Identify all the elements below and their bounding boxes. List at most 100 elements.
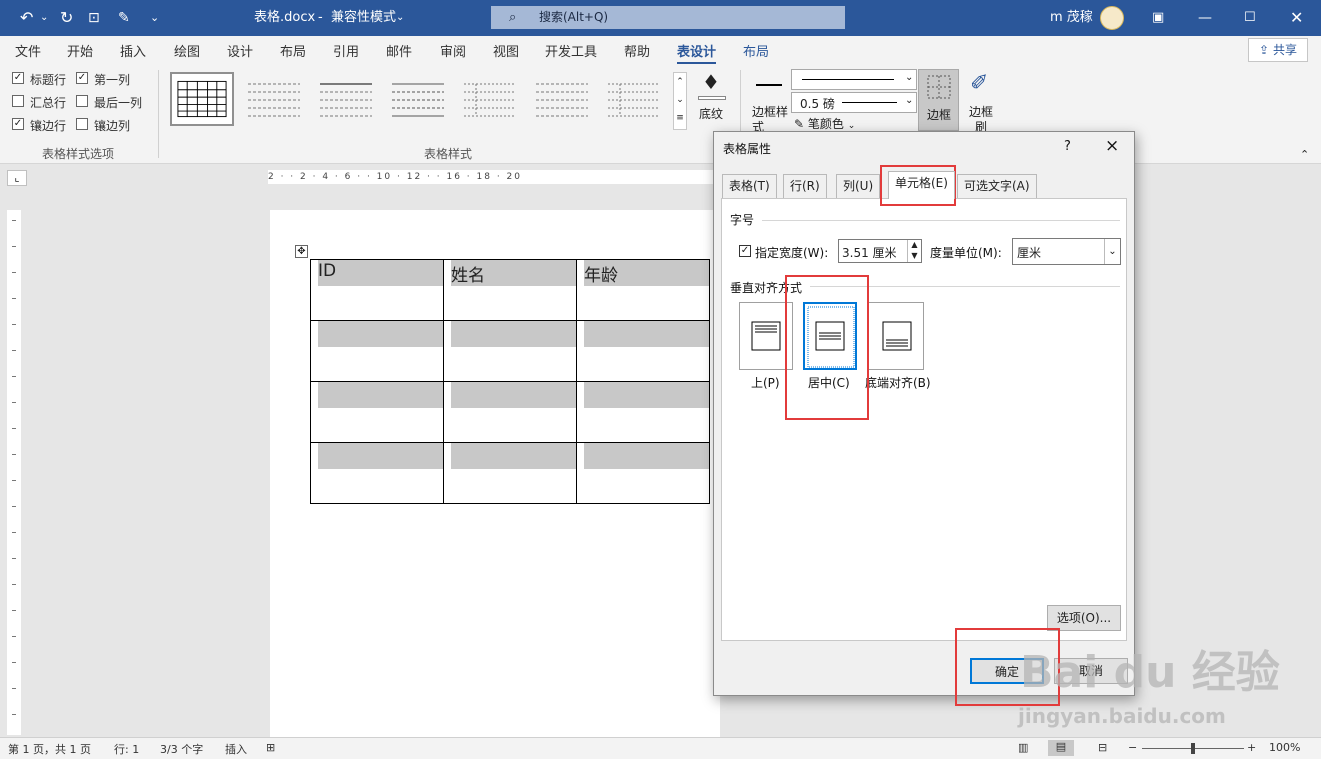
table-style-grid[interactable] <box>170 72 234 126</box>
tab-view[interactable]: 视图 <box>493 41 519 60</box>
table-style-5[interactable] <box>458 72 522 126</box>
chevron-down-icon[interactable]: ⌄ <box>905 95 913 106</box>
page-count[interactable]: 第 1 页，共 1 页 <box>8 741 91 757</box>
avatar[interactable] <box>1100 6 1124 30</box>
spin-down-icon[interactable]: ▼ <box>907 251 921 262</box>
tab-table-design[interactable]: 表设计 <box>677 41 717 65</box>
tab-cell[interactable]: 单元格(E) <box>888 171 955 199</box>
tab-selector-icon[interactable]: ⌞ <box>7 170 27 186</box>
tab-table-layout[interactable]: 布局 <box>743 41 769 60</box>
checkbox-header-row[interactable]: ✓ <box>12 72 24 84</box>
compat-mode-label[interactable]: 兼容性模式 <box>331 0 396 36</box>
borders-button[interactable]: 边框 <box>918 69 959 131</box>
spin-up-icon[interactable]: ▲ <box>907 240 921 251</box>
gallery-more-icon[interactable]: ≡ <box>674 109 686 127</box>
tab-developer[interactable]: 开发工具 <box>545 41 597 60</box>
table-cell[interactable] <box>443 381 577 443</box>
table-cell[interactable] <box>576 320 710 382</box>
web-layout-icon[interactable]: ⊟ <box>1098 741 1107 754</box>
tab-review[interactable]: 审阅 <box>440 41 466 60</box>
table-cell[interactable] <box>443 320 577 382</box>
print-layout-icon[interactable]: ▤ <box>1048 740 1074 756</box>
table-style-4[interactable] <box>386 72 450 126</box>
tab-help[interactable]: 帮助 <box>624 41 650 60</box>
checkbox-total-row[interactable] <box>12 95 24 107</box>
table-cell[interactable]: 姓名 <box>443 259 577 321</box>
undo-icon[interactable]: ↶ <box>20 0 33 36</box>
chevron-down-icon[interactable]: ⌄ <box>396 0 404 36</box>
table-cell[interactable]: ID <box>310 259 444 321</box>
border-styles-button[interactable]: 边框样式 <box>750 70 790 140</box>
styles-gallery-scroll[interactable]: ⌃ ⌄ ≡ <box>673 72 687 130</box>
total-row-label[interactable]: 汇总行 <box>30 94 66 111</box>
line-number[interactable]: 行: 1 <box>114 741 139 757</box>
chevron-down-icon[interactable]: ⌄ <box>905 72 913 83</box>
table-style-7[interactable] <box>602 72 666 126</box>
insert-mode[interactable]: 插入 <box>225 741 247 757</box>
banded-rows-label[interactable]: 镶边行 <box>30 117 66 134</box>
zoom-slider-thumb[interactable] <box>1191 743 1195 754</box>
line-style-select[interactable]: ⌄ <box>791 69 917 90</box>
table-cell[interactable]: 年龄 <box>576 259 710 321</box>
ribbon-display-icon[interactable]: ▣ <box>1152 0 1164 36</box>
tab-home[interactable]: 开始 <box>67 41 93 60</box>
table-cell[interactable] <box>310 320 444 382</box>
valign-top-label[interactable]: 上(P) <box>751 374 780 391</box>
banded-columns-label[interactable]: 镶边列 <box>94 117 130 134</box>
word-count[interactable]: 3/3 个字 <box>160 741 203 757</box>
table-style-2[interactable] <box>242 72 306 126</box>
specify-width-checkbox[interactable]: ✓ <box>739 245 751 257</box>
header-row-label[interactable]: 标题行 <box>30 71 66 88</box>
border-painter-button[interactable]: ✐ 边框刷 <box>963 69 1001 131</box>
table-cell[interactable] <box>576 442 710 504</box>
user-name[interactable]: m 茂稼 <box>1050 0 1093 36</box>
zoom-out-icon[interactable]: − <box>1128 741 1137 754</box>
table-cell[interactable] <box>443 442 577 504</box>
redo-icon[interactable]: ↻ <box>60 0 73 36</box>
tab-references[interactable]: 引用 <box>333 41 359 60</box>
pen-color-button[interactable]: ✎ 笔颜色 ⌄ <box>794 115 855 131</box>
table-move-handle-icon[interactable]: ✥ <box>295 245 308 258</box>
tab-alt-text[interactable]: 可选文字(A) <box>957 174 1037 198</box>
line-weight-select[interactable]: 0.5 磅 ⌄ <box>791 92 917 113</box>
document-table[interactable]: ID 姓名 年龄 <box>310 259 710 504</box>
valign-bottom-button[interactable] <box>868 302 924 370</box>
measure-in-select[interactable]: 厘米 ⌄ <box>1012 238 1121 265</box>
chevron-down-icon[interactable]: ⌄ <box>1104 239 1120 264</box>
checkbox-first-column[interactable]: ✓ <box>76 72 88 84</box>
minimize-icon[interactable]: — <box>1198 0 1212 36</box>
tab-column[interactable]: 列(U) <box>836 174 881 198</box>
search-box[interactable]: ⌕ 搜索(Alt+Q) <box>491 6 845 29</box>
qat-more-icon[interactable]: ⌄ <box>150 0 159 36</box>
shading-button[interactable]: ♦ 底纹 <box>694 70 730 134</box>
valign-bottom-label[interactable]: 底端对齐(B) <box>865 374 931 391</box>
specify-width-label[interactable]: 指定宽度(W): <box>755 244 828 261</box>
checkbox-last-column[interactable] <box>76 95 88 107</box>
tab-insert[interactable]: 插入 <box>120 41 146 60</box>
help-icon[interactable]: ? <box>1064 139 1071 154</box>
checkbox-banded-rows[interactable]: ✓ <box>12 118 24 130</box>
tab-draw[interactable]: 绘图 <box>174 41 200 60</box>
table-cell[interactable] <box>310 442 444 504</box>
touch-mode-icon[interactable]: ⊡ <box>88 0 100 36</box>
tab-table[interactable]: 表格(T) <box>722 174 777 198</box>
tab-mailings[interactable]: 邮件 <box>386 41 412 60</box>
undo-dropdown-icon[interactable]: ⌄ <box>40 0 48 36</box>
tab-layout[interactable]: 布局 <box>280 41 306 60</box>
maximize-icon[interactable]: ☐ <box>1244 0 1256 36</box>
tab-design[interactable]: 设计 <box>227 41 253 60</box>
tab-row[interactable]: 行(R) <box>783 174 827 198</box>
table-style-6[interactable] <box>530 72 594 126</box>
horizontal-ruler[interactable]: 2 · · 2 · 4 · 6 · · 10 · 12 · · 16 · 18 … <box>268 170 720 184</box>
width-input[interactable]: 3.51 厘米 ▲ ▼ <box>838 239 922 263</box>
close-icon[interactable]: ✕ <box>1290 0 1303 36</box>
checkbox-banded-columns[interactable] <box>76 118 88 130</box>
macro-icon[interactable]: ⊞ <box>266 741 275 754</box>
table-style-3[interactable] <box>314 72 378 126</box>
new-doc-icon[interactable]: ✎ <box>118 0 130 36</box>
first-column-label[interactable]: 第一列 <box>94 71 130 88</box>
zoom-level[interactable]: 100% <box>1269 741 1300 754</box>
table-cell[interactable] <box>576 381 710 443</box>
last-column-label[interactable]: 最后一列 <box>94 94 142 111</box>
read-mode-icon[interactable]: ▥ <box>1018 741 1028 754</box>
